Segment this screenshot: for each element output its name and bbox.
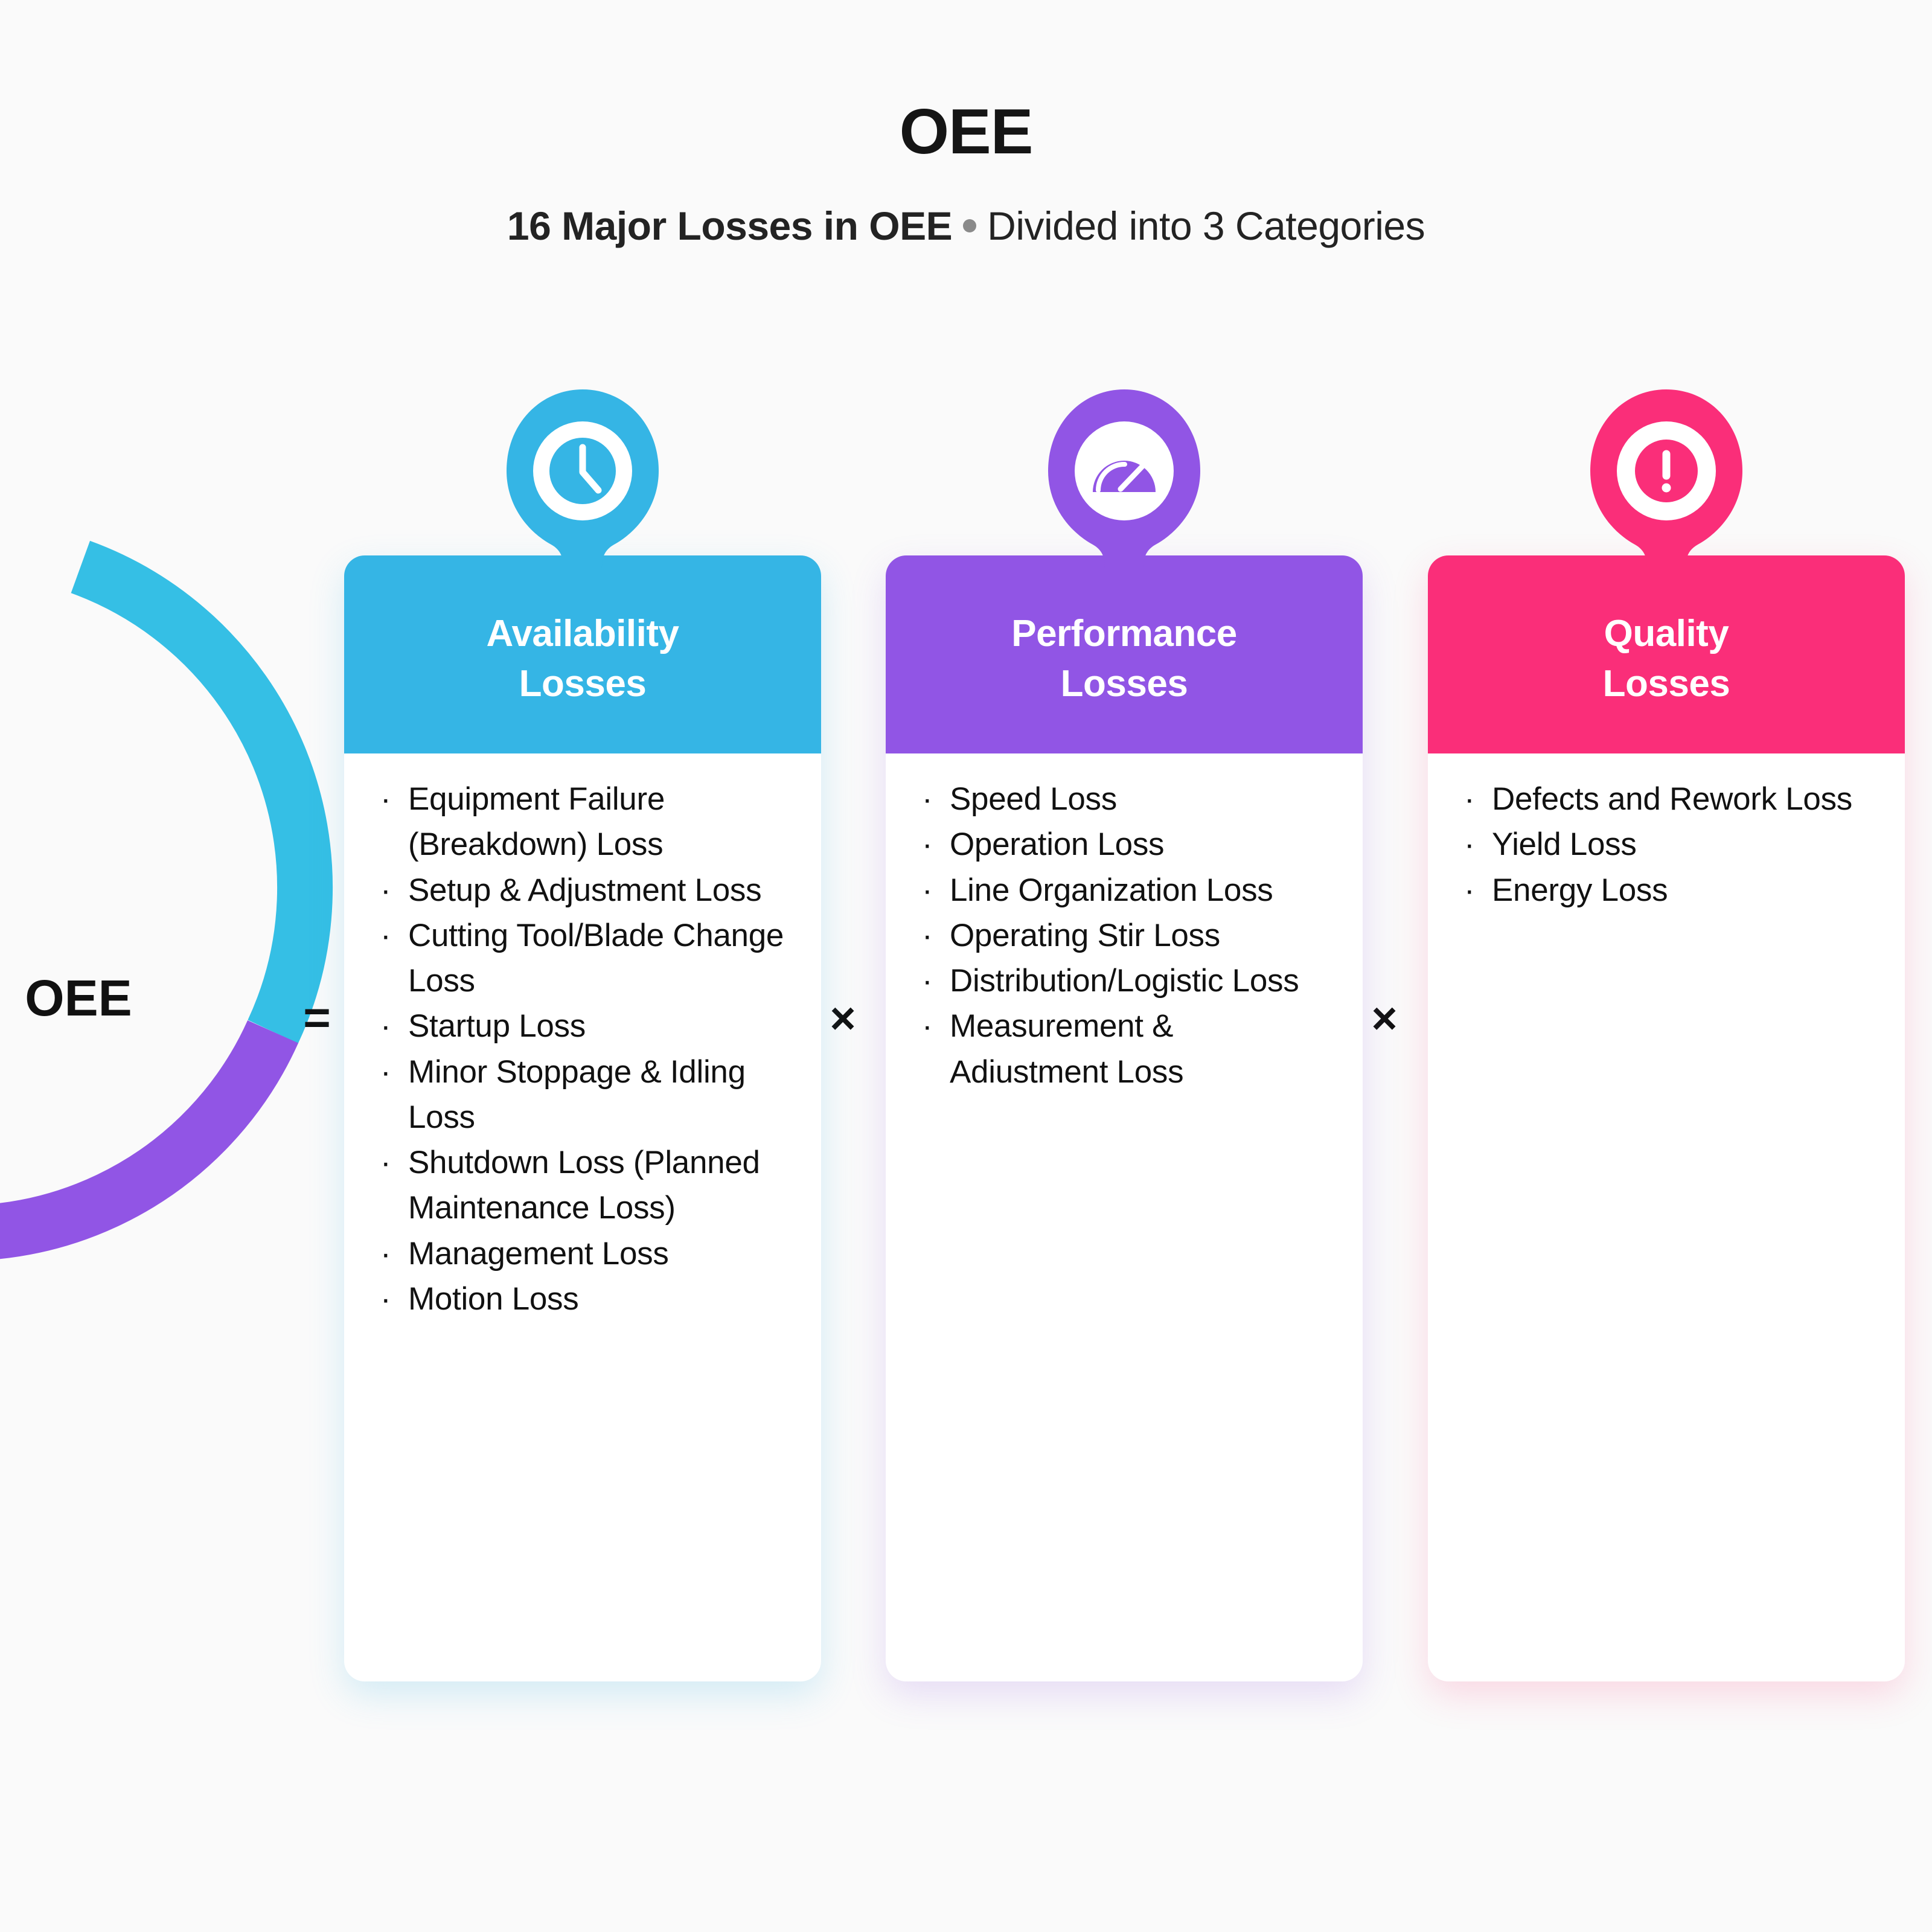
list-item-label: Operating Stir Loss [950,917,1220,953]
list-item-label: Yield Loss [1492,827,1637,863]
list-item-label: Distribution/Logistic Loss [950,963,1299,999]
list-item: · Operating Stir Loss [913,913,1335,958]
bullet-icon: · [380,872,391,908]
list-item-label: Line Organization Loss [950,872,1273,908]
quality-loss-list: · Defects and Rework Loss · Yield Loss · En… [1456,776,1877,913]
list-item-label: Startup Loss [408,1008,586,1044]
performance-title-line2: Losses [1060,663,1188,705]
list-item-label: Defects and Rework Loss [1492,781,1852,817]
bullet-icon: · [380,1145,391,1181]
list-item-label: Cutting Tool/Blade Change Loss [408,917,784,999]
bullet-icon: · [922,917,933,953]
bullet-icon: · [380,1054,391,1090]
list-item-label: Operation Loss [950,827,1165,863]
availability-card-body: · Equipment Failure (Breakdown) Loss · Set… [344,753,821,1358]
list-item-label: Setup & Adjustment Loss [408,872,762,908]
donut-segment-performance [0,1020,299,1259]
clock-badge-svg [507,389,659,592]
list-item-label: Measurement & Adiustment Loss [950,1008,1184,1090]
list-item-label: Management Loss [408,1235,669,1271]
subtitle-strong-part: 16 Major Losses in OEE [507,203,953,248]
list-item-label: Equipment Failure (Breakdown) Loss [408,781,665,863]
donut-segment-availability [71,540,333,1044]
availability-title-line1: Availability [486,613,679,654]
performance-title-line1: Performance [1011,613,1237,654]
bullet-icon: · [922,781,933,817]
multiply-operator-2: × [1371,993,1398,1043]
page-title: OEE [899,96,1034,167]
list-item: · Minor Stoppage & Idling Loss [372,1049,793,1140]
column-availability-losses[interactable]: Availability Losses · Equipment Failure (… [344,389,821,1681]
performance-loss-list: · Speed Loss · Operation Loss · Line Organi… [913,776,1335,1095]
availability-title-line2: Losses [519,663,647,705]
quality-card-body: · Defects and Rework Loss · Yield Loss · En… [1428,753,1905,949]
performance-card-body: · Speed Loss · Operation Loss · Line Organi… [886,753,1363,1131]
quality-title-line1: Quality [1604,613,1729,654]
list-item: · Speed Loss [913,776,1335,822]
list-item: · Management Loss [372,1231,793,1276]
exclamation-dot-icon [1662,483,1671,493]
list-item: · Shutdown Loss (Planned Maintenance Loss… [372,1140,793,1231]
column-performance-losses[interactable]: Performance Losses · Speed Loss · Operatio… [886,389,1363,1681]
list-item: · Setup & Adjustment Loss [372,868,793,913]
bullet-icon: · [922,827,933,863]
oee-donut-chart [0,513,338,1262]
bullet-icon: · [1464,872,1475,908]
availability-loss-list: · Equipment Failure (Breakdown) Loss · Set… [372,776,793,1322]
list-item: · Measurement & Adiustment Loss [913,1003,1335,1095]
list-item: · Operation Loss [913,822,1335,867]
list-item: · Yield Loss [1456,822,1877,867]
list-item-label: Energy Loss [1492,872,1668,908]
list-item: · Cutting Tool/Blade Change Loss [372,913,793,1004]
list-item-label: Shutdown Loss (Planned Maintenance Loss) [408,1145,760,1226]
list-item: · Startup Loss [372,1003,793,1049]
bullet-icon: · [922,963,933,999]
header: OEE 16 Major Losses in OEE Divided into 3… [0,0,1932,250]
list-item-label: Minor Stoppage & Idling Loss [408,1054,746,1135]
list-item: · Motion Loss [372,1276,793,1322]
list-item: · Equipment Failure (Breakdown) Loss [372,776,793,868]
bullet-icon: · [380,917,391,953]
speedometer-badge-svg [1048,389,1200,592]
dot-separator-icon [963,219,977,233]
bullet-icon: · [922,872,933,908]
quality-badge [1582,386,1751,592]
bullet-icon: · [380,1281,391,1317]
list-item: · Line Organization Loss [913,868,1335,913]
bullet-icon: · [922,1008,933,1044]
bullet-icon: · [380,1008,391,1044]
quality-card[interactable]: Quality Losses · Defects and Rework Loss … [1428,555,1905,1681]
column-quality-losses[interactable]: Quality Losses · Defects and Rework Loss … [1428,389,1905,1681]
list-item: · Energy Loss [1456,868,1877,913]
bullet-icon: · [1464,781,1475,817]
availability-badge [498,386,667,592]
list-item-label: Speed Loss [950,781,1117,817]
bullet-icon: · [1464,827,1475,863]
equals-operator: = [303,991,331,1044]
list-item-label: Motion Loss [408,1281,579,1317]
bullet-icon: · [380,781,391,817]
list-item: · Defects and Rework Loss [1456,776,1877,822]
page-subtitle: 16 Major Losses in OEE Divided into 3 Cat… [0,202,1932,250]
alert-badge-svg [1590,389,1742,592]
availability-card[interactable]: Availability Losses · Equipment Failure (… [344,555,821,1681]
performance-card[interactable]: Performance Losses · Speed Loss · Operatio… [886,555,1363,1681]
multiply-operator-1: × [830,993,856,1043]
performance-badge [1040,386,1209,592]
list-item: · Distribution/Logistic Loss [913,958,1335,1003]
subtitle-rest-part: Divided into 3 Categories [987,203,1425,248]
bullet-icon: · [380,1235,391,1271]
quality-title-line2: Losses [1602,663,1730,705]
donut-center-label: OEE [25,970,132,1026]
donut-svg [0,540,333,1259]
